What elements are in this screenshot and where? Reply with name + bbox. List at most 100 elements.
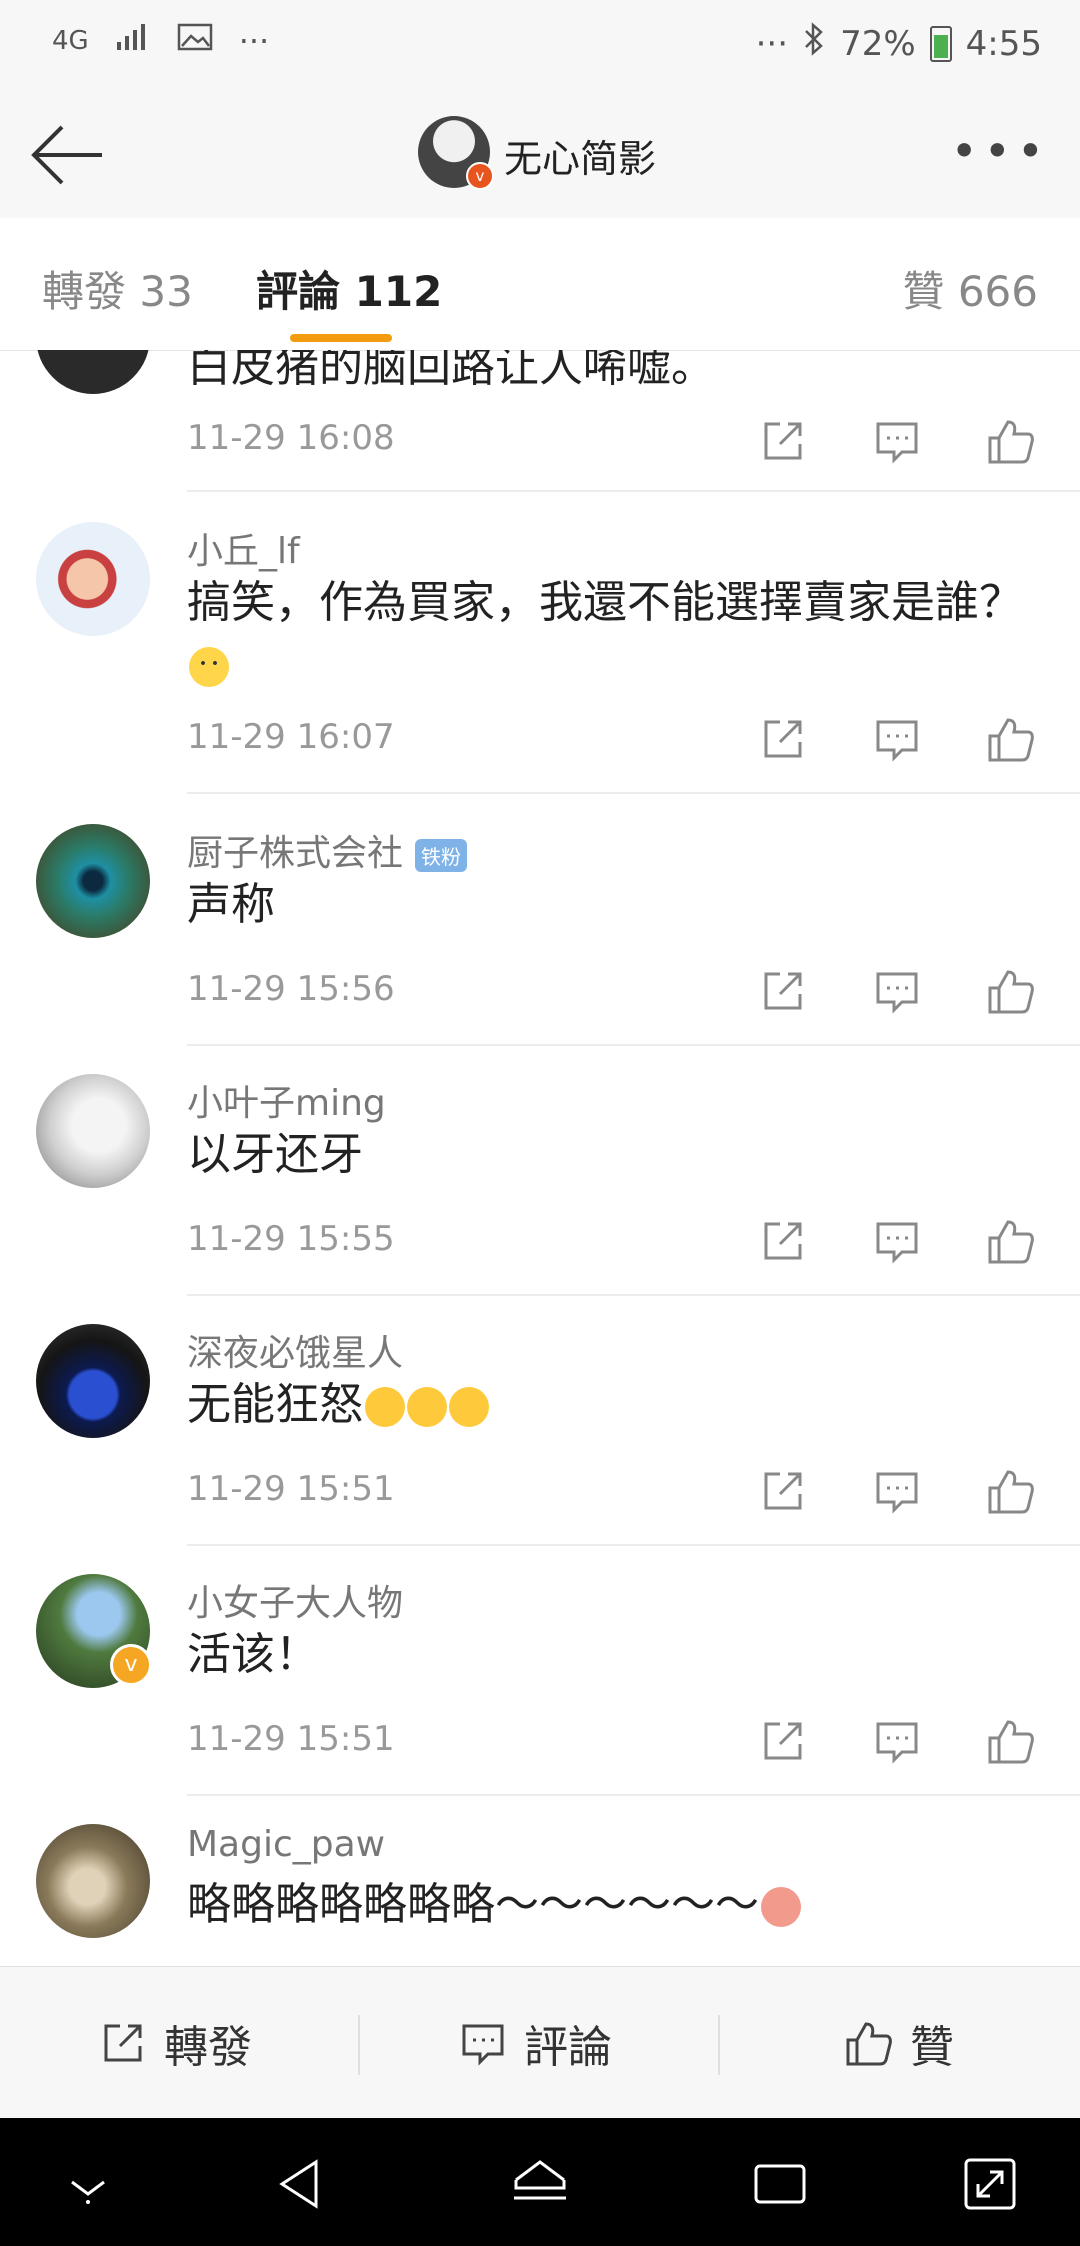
comment-author[interactable]: Magic_paw [187, 1824, 385, 1865]
avatar[interactable] [36, 824, 150, 938]
comment-list: 白皮猪的脑回路让人唏嘘。 11-29 16:08 小丘_lf 搞笑，作為買家，我… [0, 350, 1080, 1966]
repost-label: 轉發 [164, 2022, 252, 2073]
like-icon[interactable] [986, 966, 1036, 1016]
author-avatar[interactable]: v [418, 116, 494, 190]
like-icon[interactable] [986, 416, 1036, 466]
divider [187, 1544, 1080, 1546]
avatar[interactable] [36, 1074, 150, 1188]
comment-text: 白皮猪的脑回路让人唏嘘。 [187, 350, 715, 392]
like-icon[interactable] [986, 714, 1036, 764]
avatar[interactable] [36, 350, 150, 394]
repost-icon[interactable] [758, 1716, 808, 1766]
fan-badge: 铁粉 [415, 838, 468, 872]
like-icon[interactable] [986, 1216, 1036, 1266]
repost-icon[interactable] [758, 966, 808, 1016]
verified-icon: v [466, 162, 494, 190]
comment-time: 11-29 15:51 [187, 1719, 395, 1759]
comment-text-body: 无能狂怒 [187, 1379, 363, 1430]
comment-author[interactable]: 小女子大人物 [187, 1574, 403, 1626]
comment-icon[interactable] [872, 1466, 922, 1516]
comment-button[interactable]: 評論 [458, 2011, 612, 2075]
more-menu-icon[interactable]: ••• [951, 128, 1050, 174]
home-nav-icon[interactable] [510, 2154, 570, 2214]
comment-time: 11-29 15:51 [187, 1469, 395, 1509]
tab-comments[interactable]: 評論 112 [256, 258, 442, 319]
bluetooth-icon [802, 22, 826, 65]
avatar[interactable] [36, 522, 150, 636]
like-button[interactable]: 贊 [844, 2011, 954, 2075]
comment-author[interactable]: 小叶子ming [187, 1074, 386, 1126]
nav-bar: v 无心简影 ••• [0, 92, 1080, 219]
clock: 4:55 [965, 23, 1042, 64]
divider [187, 1794, 1080, 1796]
like-icon [846, 2022, 892, 2066]
comment-author[interactable]: 厨子株式会社 铁粉 [187, 824, 468, 876]
divider [187, 1294, 1080, 1296]
comment-icon[interactable] [872, 714, 922, 764]
comment-time: 11-29 16:07 [187, 717, 395, 757]
comment-time: 11-29 15:55 [187, 1219, 395, 1259]
divider [187, 490, 1080, 492]
avatar[interactable]: v [36, 1574, 152, 1688]
tabs-bar: 轉發 33 評論 112 贊 666 [0, 218, 1080, 351]
back-arrow-icon[interactable] [28, 122, 108, 188]
like-icon[interactable] [986, 1466, 1036, 1516]
comment-time: 11-29 16:08 [187, 418, 395, 458]
status-bar: 4G ··· ··· 72% 4:55 [0, 0, 1080, 92]
tab-indicator [290, 334, 392, 342]
like-label: 贊 [910, 2022, 954, 2073]
expand-icon[interactable] [960, 2154, 1020, 2214]
comment-icon [462, 2024, 504, 2066]
avatar[interactable] [36, 1824, 150, 1938]
comment-author-name: 厨子株式会社 [187, 833, 404, 874]
like-icon[interactable] [986, 1716, 1036, 1766]
repost-icon[interactable] [758, 714, 808, 764]
comment-text: 略略略略略略略～～～～～～ [187, 1874, 801, 1936]
repost-icon[interactable] [758, 416, 808, 466]
comment-icon[interactable] [872, 966, 922, 1016]
comment-label: 評論 [524, 2022, 612, 2073]
tab-repost[interactable]: 轉發 33 [42, 258, 193, 319]
repost-icon[interactable] [758, 1216, 808, 1266]
repost-icon[interactable] [758, 1466, 808, 1516]
nav-title[interactable]: 无心简影 [504, 128, 656, 183]
divider [718, 2015, 720, 2075]
verified-icon: v [110, 1644, 152, 1686]
comment-time: 11-29 15:56 [187, 969, 395, 1009]
comment-text: 以牙还牙 [187, 1129, 363, 1180]
comment-icon[interactable] [872, 416, 922, 466]
recent-apps-icon[interactable] [750, 2154, 810, 2214]
comment-text: 活该！ [187, 1629, 319, 1680]
divider [187, 1044, 1080, 1046]
yum-emoji-icon [407, 1387, 447, 1427]
comment-text: 声称 [187, 879, 275, 930]
divider [187, 792, 1080, 794]
hide-keyboard-icon[interactable] [58, 2154, 118, 2214]
more-status: ··· [755, 23, 789, 64]
pig-emoji-icon [761, 1887, 801, 1927]
yum-emoji-icon [365, 1387, 405, 1427]
gallery-icon [177, 22, 213, 60]
back-nav-icon[interactable] [270, 2154, 330, 2214]
comment-icon[interactable] [872, 1216, 922, 1266]
avatar[interactable] [36, 1324, 150, 1438]
comment-text: 无能狂怒 [187, 1374, 489, 1436]
network-indicator: 4G [52, 26, 89, 56]
yum-emoji-icon [449, 1387, 489, 1427]
comment-text-body: 略略略略略略略～～～～～～ [187, 1879, 759, 1930]
comment-icon[interactable] [872, 1716, 922, 1766]
comment-text-body: 搞笑，作為買家，我還不能選擇賣家是誰？ [187, 577, 1023, 628]
comment-author[interactable]: 深夜必饿星人 [187, 1324, 403, 1376]
repost-button[interactable]: 轉發 [98, 2011, 252, 2075]
signal-icon [115, 22, 151, 60]
tab-likes[interactable]: 贊 666 [902, 258, 1038, 319]
battery-percent: 72% [840, 23, 916, 64]
battery-icon [929, 25, 952, 62]
comment-author[interactable]: 小丘_lf [187, 522, 300, 574]
comment-text: 搞笑，作為買家，我還不能選擇賣家是誰？ [187, 572, 1023, 696]
repost-icon [104, 2024, 142, 2062]
action-bar: 轉發 評論 贊 [0, 1966, 1080, 2119]
more-notifications: ··· [238, 22, 270, 60]
smile-emoji-icon [189, 647, 229, 687]
divider [358, 2015, 360, 2075]
